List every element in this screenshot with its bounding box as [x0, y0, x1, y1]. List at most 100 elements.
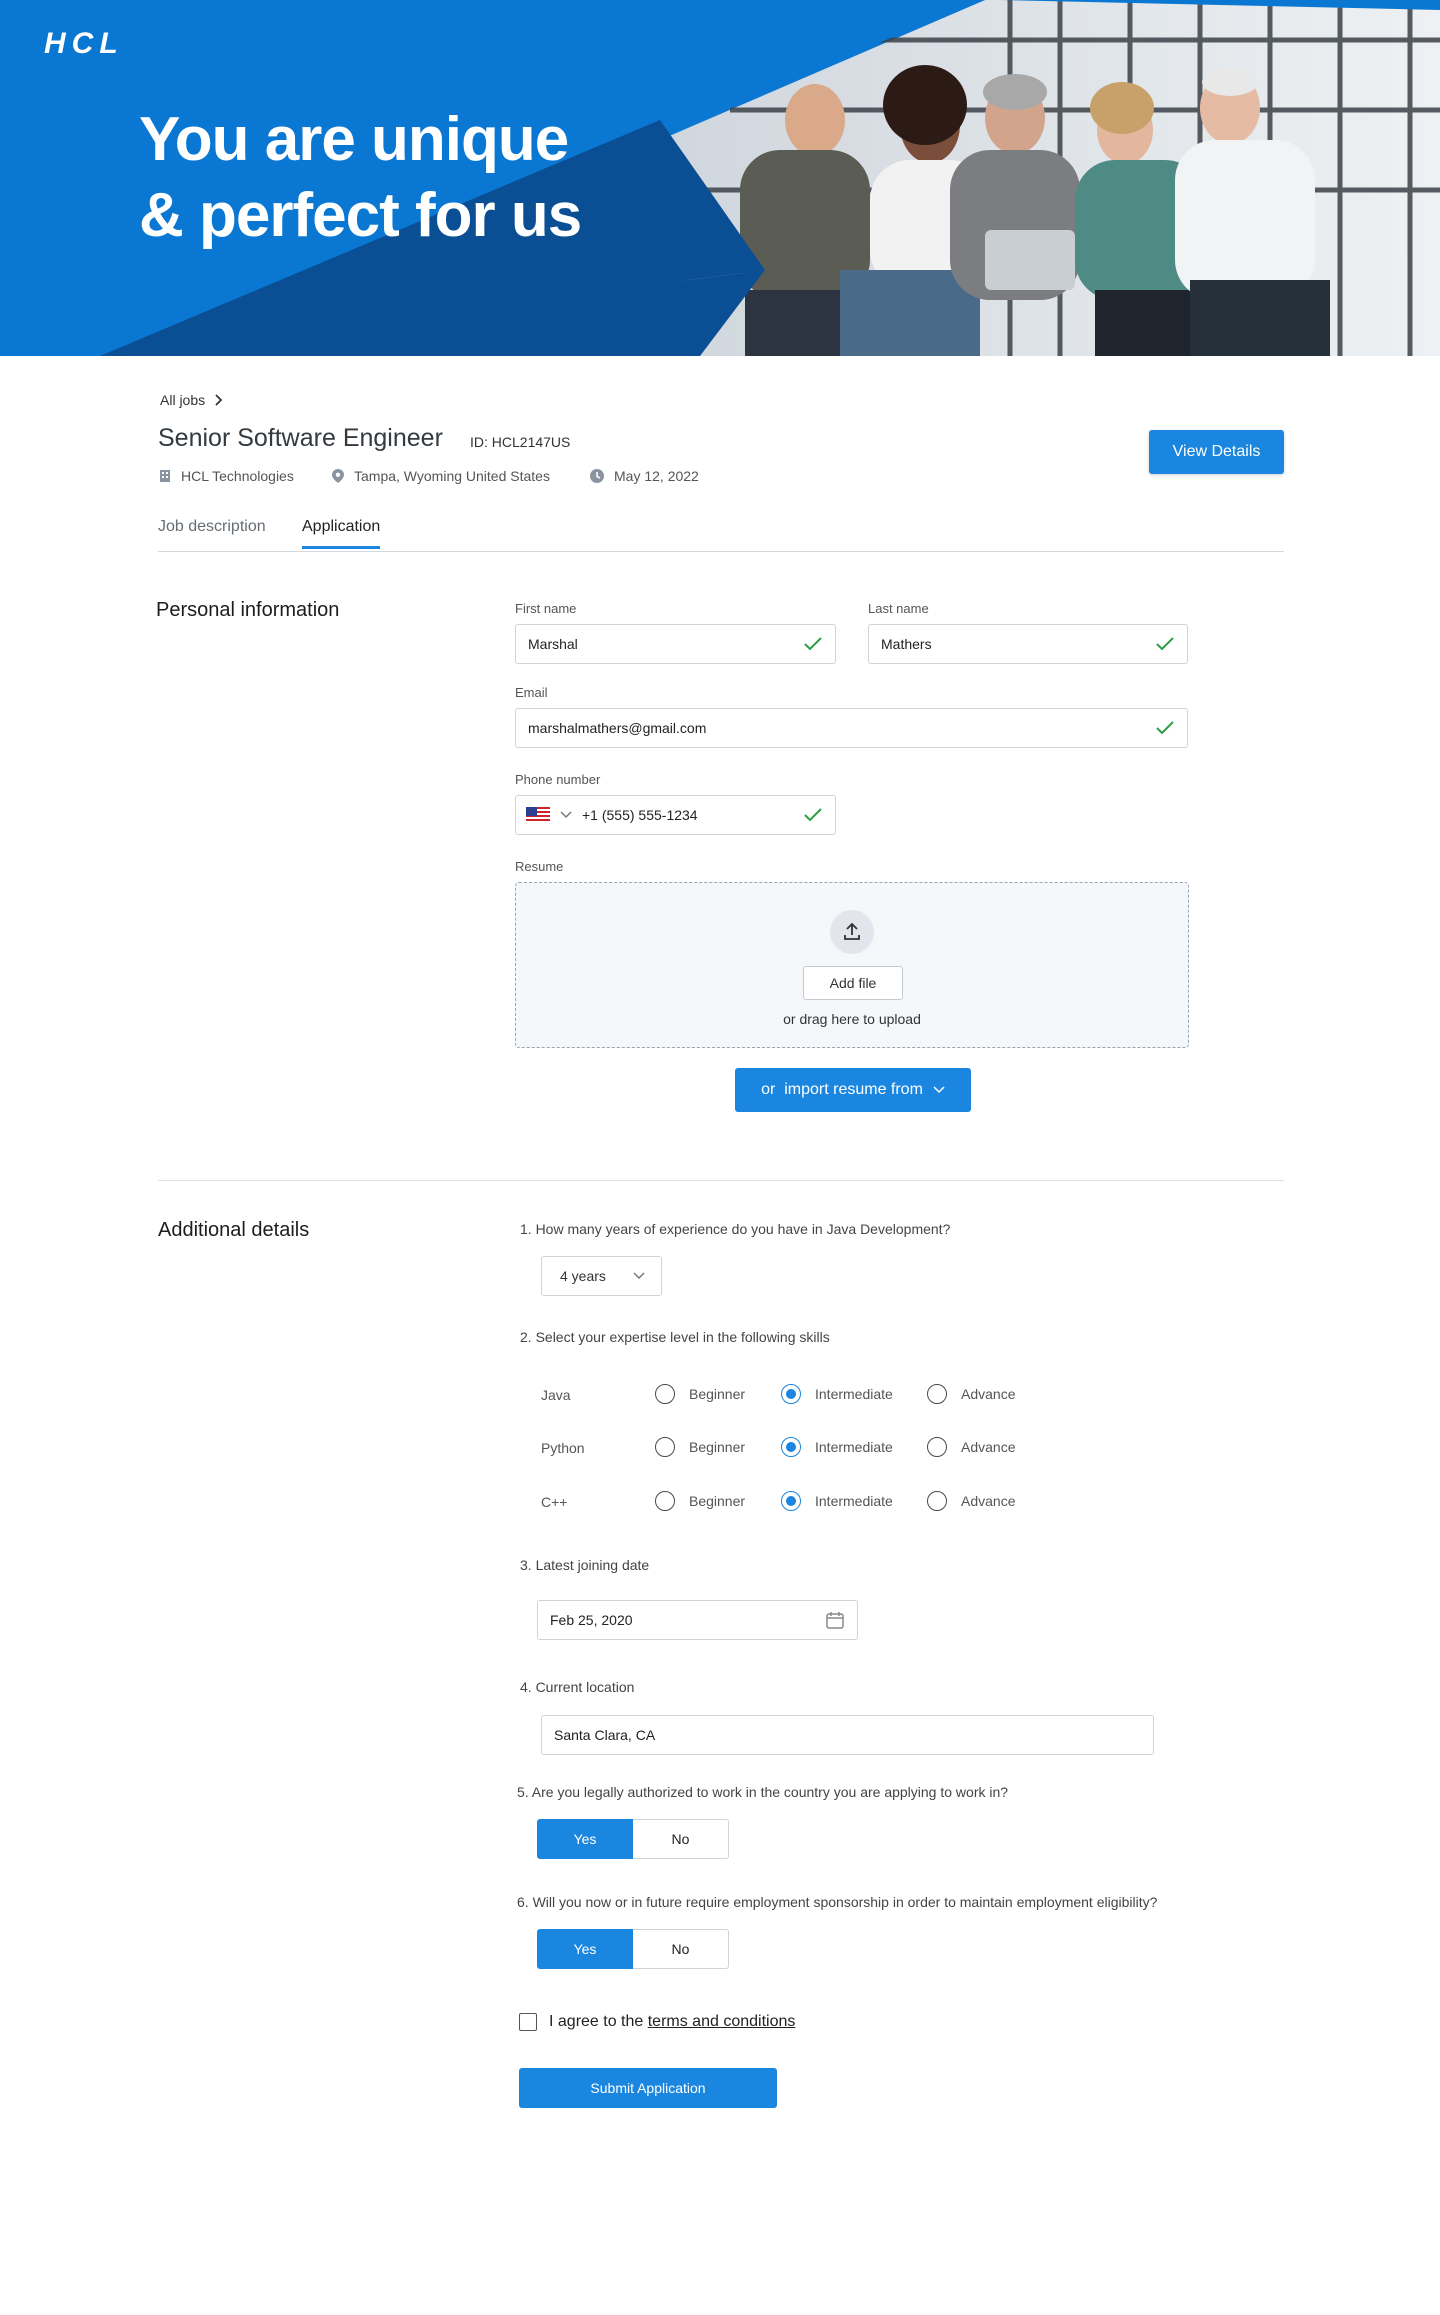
breadcrumb[interactable]: All jobs	[160, 392, 223, 408]
radio-label: Beginner	[689, 1439, 746, 1455]
question-6: 6. Will you now or in future require emp…	[517, 1894, 1158, 1910]
sponsorship-toggle: Yes No	[537, 1929, 729, 1969]
radio-button[interactable]	[655, 1384, 675, 1404]
chevron-down-icon[interactable]	[560, 811, 572, 819]
radio-label: Advance	[961, 1493, 1016, 1509]
radio-button[interactable]	[927, 1384, 947, 1404]
checkmark-icon	[1156, 721, 1174, 735]
skill-row-java: Java Beginner Intermediate Advance	[541, 1384, 1141, 1408]
radio-button[interactable]	[781, 1437, 801, 1457]
radio-cpp-beginner[interactable]: Beginner	[655, 1491, 745, 1511]
radio-button[interactable]	[781, 1491, 801, 1511]
radio-python-advance[interactable]: Advance	[927, 1437, 1015, 1457]
joining-date-value: Feb 25, 2020	[550, 1612, 633, 1628]
radio-python-intermediate[interactable]: Intermediate	[781, 1437, 893, 1457]
question-2: 2. Select your expertise level in the fo…	[520, 1329, 830, 1345]
resume-label: Resume	[515, 859, 564, 874]
upload-icon	[844, 922, 860, 940]
job-date: May 12, 2022	[590, 468, 699, 484]
question-3: 3. Latest joining date	[520, 1557, 650, 1573]
phone-value: +1 (555) 555-1234	[582, 807, 698, 823]
sponsorship-no-option[interactable]: No	[633, 1929, 729, 1969]
last-name-field[interactable]: Mathers	[868, 624, 1188, 664]
radio-button[interactable]	[781, 1384, 801, 1404]
building-icon	[160, 470, 170, 482]
tab-application[interactable]: Application	[302, 518, 381, 549]
breadcrumb-all-jobs[interactable]: All jobs	[160, 392, 205, 408]
checkmark-icon	[804, 637, 822, 651]
chevron-right-icon	[215, 394, 223, 406]
radio-button[interactable]	[927, 1437, 947, 1457]
import-resume-label: or import resume from	[761, 1081, 923, 1098]
experience-selected: 4 years	[560, 1268, 606, 1284]
personal-information-title: Personal information	[156, 599, 340, 621]
terms-link[interactable]: terms and conditions	[648, 2013, 796, 2030]
current-location-value: Santa Clara, CA	[554, 1727, 656, 1743]
radio-label: Intermediate	[815, 1386, 893, 1402]
skill-name: Java	[541, 1387, 571, 1403]
radio-java-intermediate[interactable]: Intermediate	[781, 1384, 893, 1404]
first-name-field[interactable]: Marshal	[515, 624, 836, 664]
terms-prefix: I agree to the	[549, 2013, 648, 2030]
drag-upload-text: or drag here to upload	[783, 1011, 921, 1027]
add-file-button[interactable]: Add file	[803, 966, 903, 1000]
submit-application-button[interactable]: Submit Application	[519, 2068, 777, 2108]
resume-dropzone[interactable]: Add file or drag here to upload	[515, 882, 1189, 1048]
checkmark-icon	[1156, 637, 1174, 651]
terms-agreement: I agree to the terms and conditions	[519, 2013, 795, 2031]
radio-button[interactable]	[927, 1491, 947, 1511]
question-4: 4. Current location	[520, 1679, 635, 1695]
phone-left: +1 (555) 555-1234	[526, 807, 698, 823]
radio-cpp-advance[interactable]: Advance	[927, 1491, 1015, 1511]
radio-button[interactable]	[655, 1437, 675, 1457]
tab-job-description[interactable]: Job description	[158, 518, 266, 546]
view-details-button[interactable]: View Details	[1149, 430, 1284, 474]
terms-text: I agree to the terms and conditions	[549, 2013, 795, 2031]
skill-row-cpp: C++ Beginner Intermediate Advance	[541, 1491, 1141, 1515]
chevron-down-icon	[933, 1086, 945, 1094]
terms-checkbox[interactable]	[519, 2013, 537, 2031]
question-1: 1. How many years of experience do you h…	[520, 1221, 951, 1237]
email-field[interactable]: marshalmathers@gmail.com	[515, 708, 1188, 748]
us-flag-icon[interactable]	[526, 807, 550, 823]
job-location: Tampa, Wyoming United States	[332, 468, 550, 484]
job-id: ID: HCL2147US	[470, 434, 571, 450]
radio-label: Beginner	[689, 1386, 746, 1402]
skill-name: C++	[541, 1494, 568, 1510]
import-resume-button[interactable]: or import resume from	[735, 1068, 971, 1112]
radio-python-beginner[interactable]: Beginner	[655, 1437, 745, 1457]
job-title: Senior Software Engineer	[158, 424, 443, 452]
radio-java-beginner[interactable]: Beginner	[655, 1384, 745, 1404]
section-divider	[158, 1180, 1284, 1181]
radio-cpp-intermediate[interactable]: Intermediate	[781, 1491, 893, 1511]
calendar-icon[interactable]	[825, 1610, 845, 1630]
first-name-value: Marshal	[528, 636, 578, 652]
chevron-down-icon	[633, 1272, 645, 1280]
hero-title-line-2: & perfect for us	[139, 181, 582, 250]
radio-java-advance[interactable]: Advance	[927, 1384, 1015, 1404]
clock-icon	[590, 469, 604, 483]
authorized-yes-option[interactable]: Yes	[537, 1819, 633, 1859]
current-location-field[interactable]: Santa Clara, CA	[541, 1715, 1154, 1755]
phone-field[interactable]: +1 (555) 555-1234	[515, 795, 836, 835]
email-value: marshalmathers@gmail.com	[528, 720, 707, 736]
authorized-no-option[interactable]: No	[633, 1819, 729, 1859]
question-5: 5. Are you legally authorized to work in…	[517, 1784, 1009, 1800]
radio-label: Beginner	[689, 1493, 746, 1509]
date-text: May 12, 2022	[614, 468, 699, 484]
radio-label: Intermediate	[815, 1493, 893, 1509]
experience-select[interactable]: 4 years	[541, 1256, 662, 1296]
radio-label: Advance	[961, 1439, 1016, 1455]
skill-name: Python	[541, 1440, 585, 1456]
checkmark-icon	[804, 808, 822, 822]
joining-date-field[interactable]: Feb 25, 2020	[537, 1600, 858, 1640]
radio-label: Intermediate	[815, 1439, 893, 1455]
last-name-label: Last name	[868, 601, 929, 616]
additional-details-title: Additional details	[158, 1219, 310, 1241]
hero-title-line-1: You are unique	[139, 105, 569, 174]
sponsorship-yes-option[interactable]: Yes	[537, 1929, 633, 1969]
last-name-value: Mathers	[881, 636, 932, 652]
radio-label: Advance	[961, 1386, 1016, 1402]
radio-button[interactable]	[655, 1491, 675, 1511]
hcl-logo[interactable]: HCL	[44, 27, 124, 61]
